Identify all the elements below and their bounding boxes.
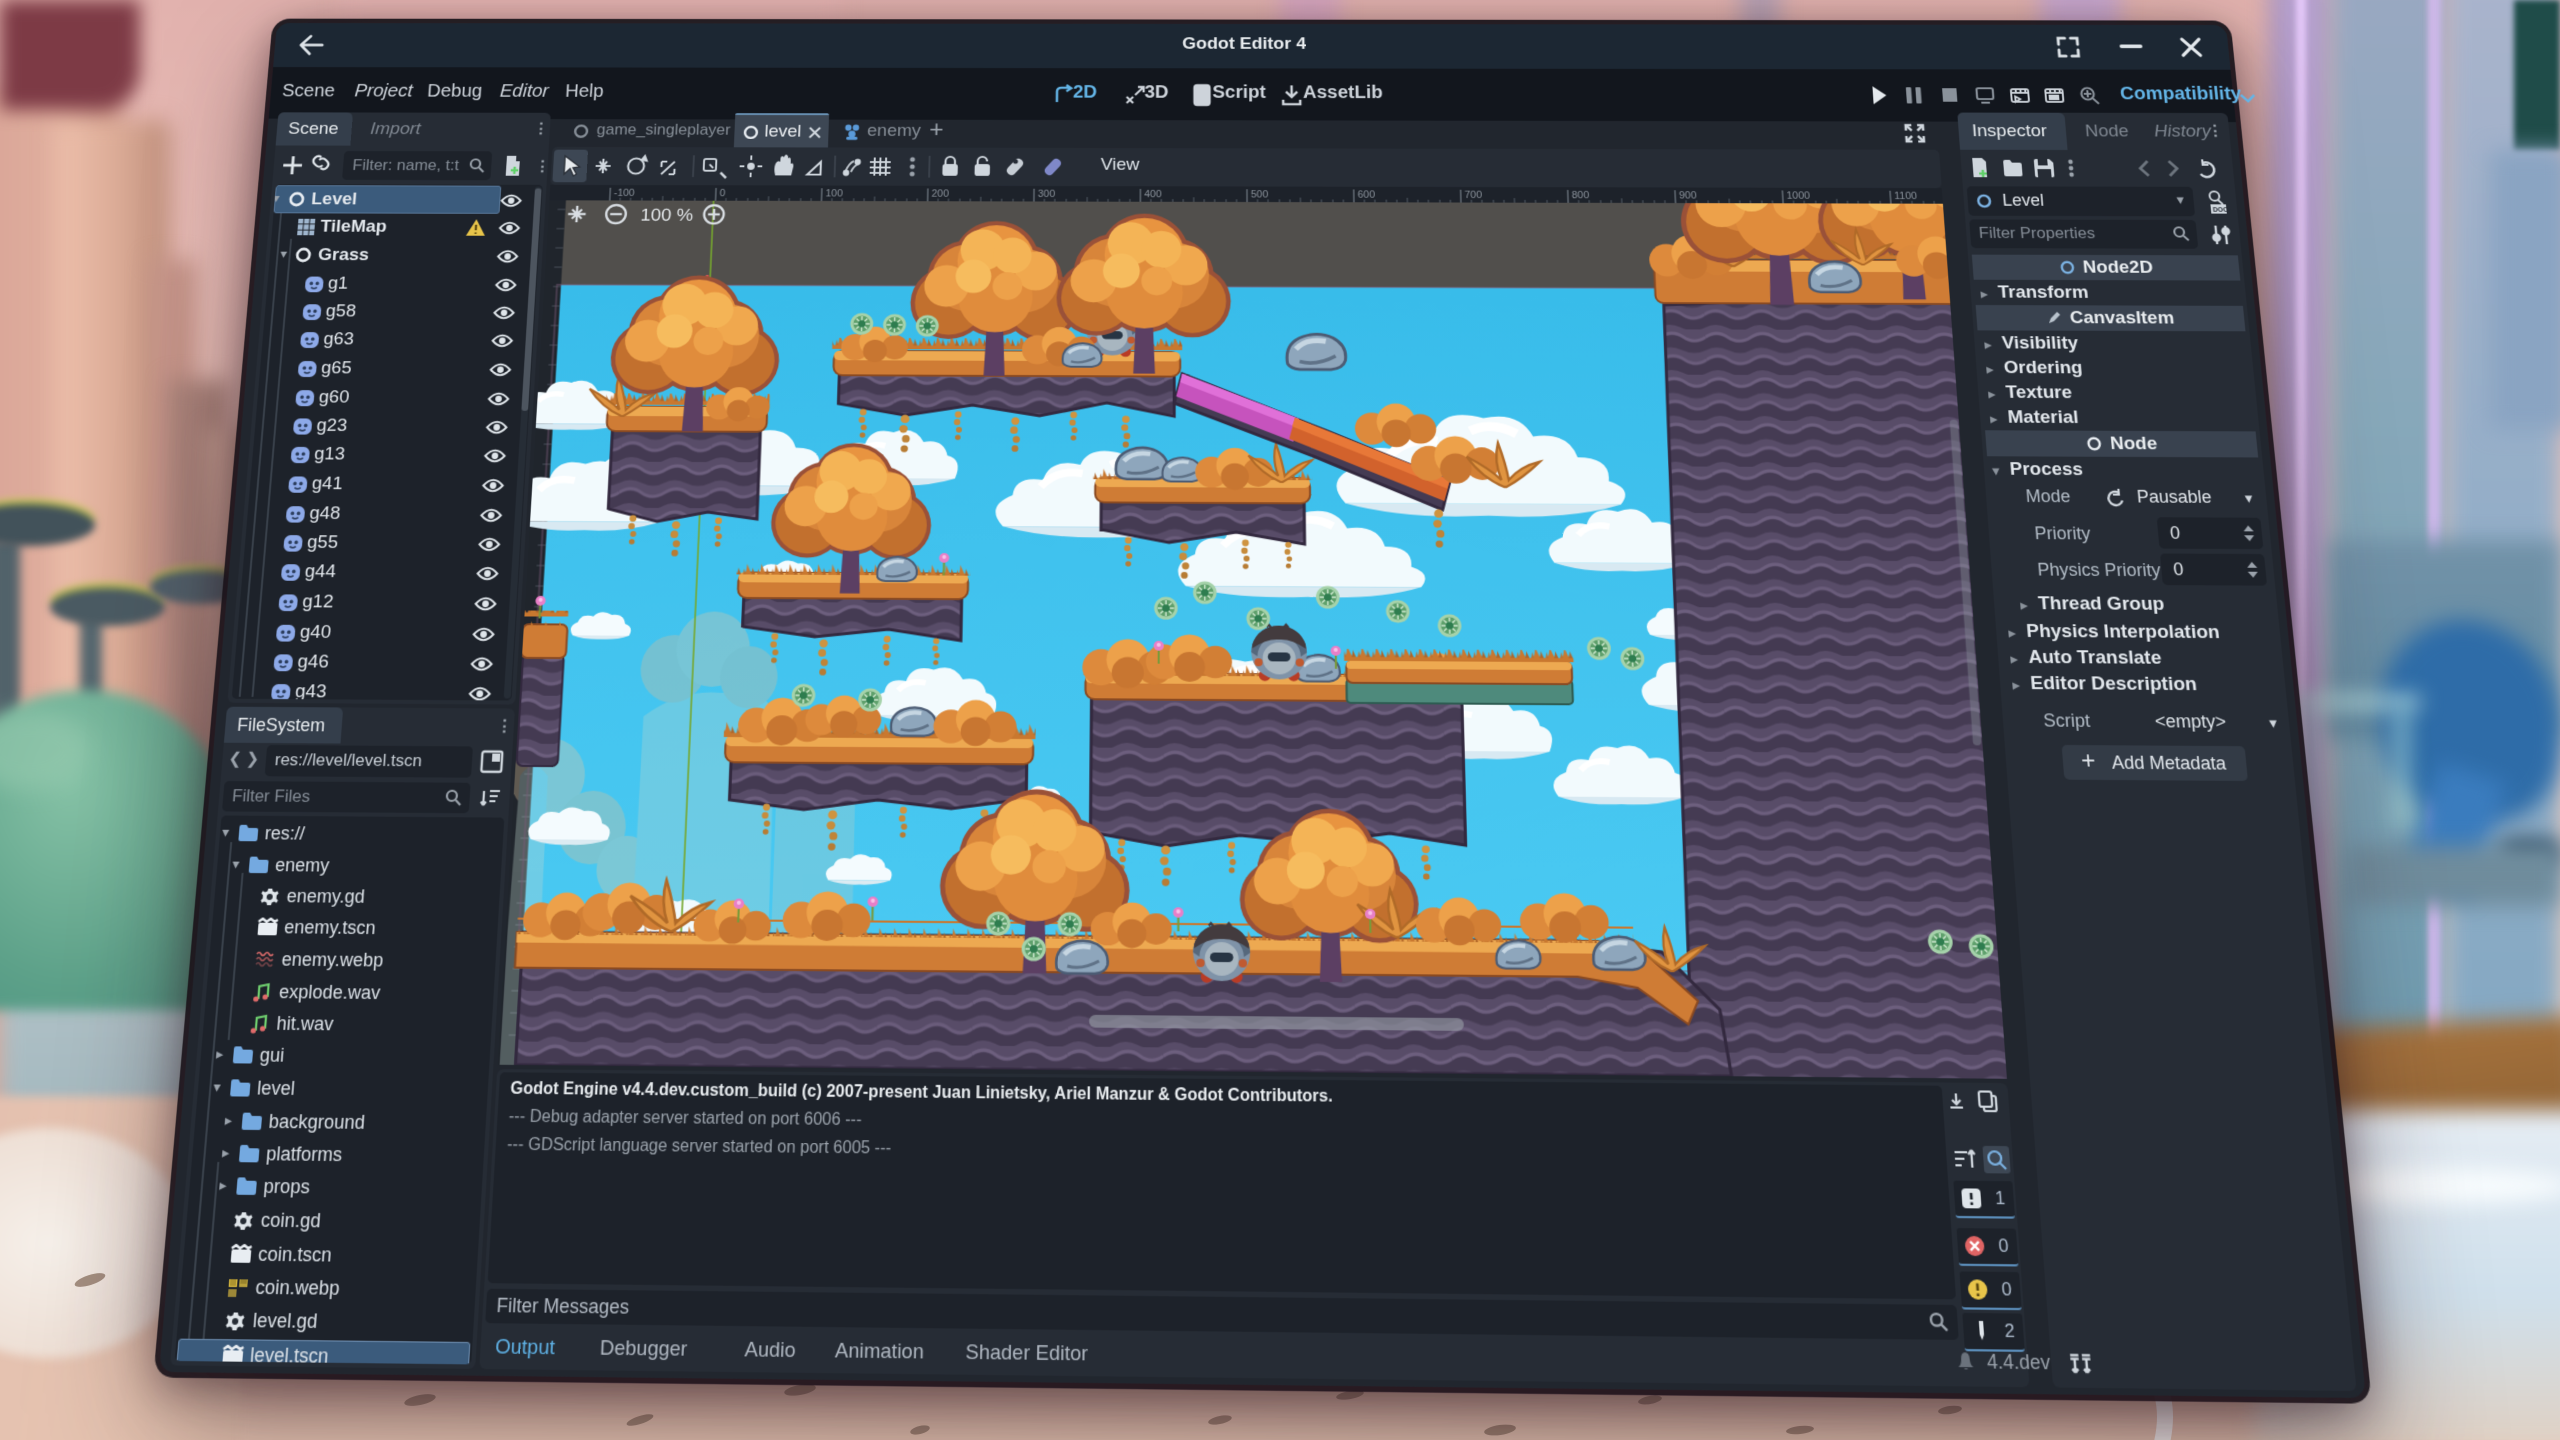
svg-text:DOC: DOC <box>2213 207 2229 214</box>
svg-text:700: 700 <box>1464 190 1482 201</box>
svg-text:0: 0 <box>719 188 726 199</box>
svg-text:1100: 1100 <box>1894 191 1918 202</box>
svg-text:200: 200 <box>931 189 949 200</box>
svg-text:900: 900 <box>1679 190 1698 201</box>
svg-text:400: 400 <box>1144 189 1162 200</box>
svg-text:800: 800 <box>1572 190 1591 201</box>
svg-text:1000: 1000 <box>1786 191 1811 202</box>
svg-text:-100: -100 <box>614 188 636 199</box>
svg-text:300: 300 <box>1038 189 1056 200</box>
svg-text:600: 600 <box>1358 190 1376 201</box>
svg-text:500: 500 <box>1251 189 1269 200</box>
svg-text:100 %: 100 % <box>640 205 694 225</box>
svg-text:100: 100 <box>825 188 843 199</box>
